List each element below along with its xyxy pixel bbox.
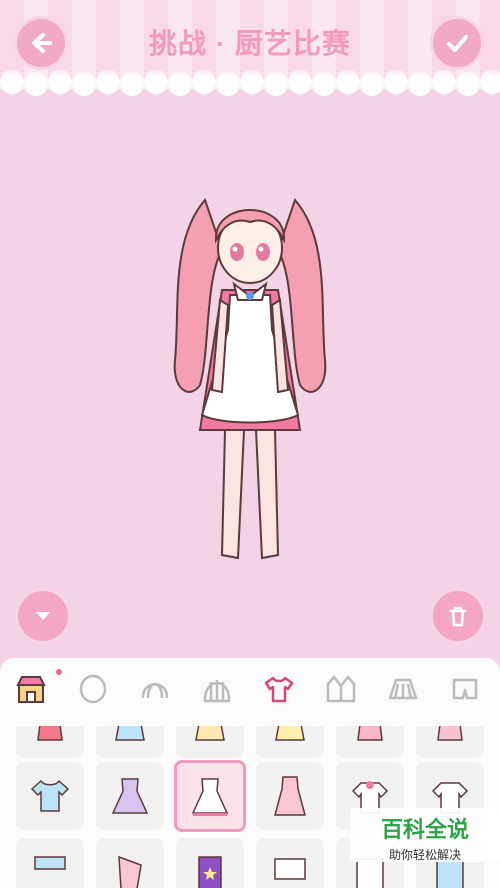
pants-icon	[452, 678, 478, 700]
page-title: 挑战 · 厨艺比赛	[149, 28, 351, 59]
collapse-button[interactable]	[15, 588, 71, 644]
tab-shop[interactable]	[0, 658, 62, 720]
confirm-button[interactable]	[430, 16, 484, 70]
header: 挑战 · 厨艺比赛	[0, 0, 500, 100]
apron-dress-icon	[191, 778, 229, 816]
shop-icon	[16, 676, 46, 703]
tab-head[interactable]	[62, 658, 124, 720]
trash-icon	[449, 606, 467, 627]
tab-jackets[interactable]	[310, 658, 372, 720]
tab-pants[interactable]	[434, 658, 496, 720]
tab-hair-back[interactable]	[186, 658, 248, 720]
dress-icon	[274, 776, 306, 816]
clothing-item[interactable]	[416, 726, 484, 758]
clothing-item[interactable]	[16, 762, 84, 830]
tab-tops[interactable]	[248, 658, 310, 720]
clothing-item-selected[interactable]	[174, 760, 246, 832]
clothing-item[interactable]	[256, 726, 324, 758]
clothing-item[interactable]	[16, 838, 84, 888]
watermark-title: 百科全说	[380, 817, 469, 842]
head-icon	[79, 674, 107, 704]
clothing-item[interactable]	[256, 838, 324, 888]
top-icon	[118, 855, 142, 888]
tab-hair-front[interactable]	[124, 658, 186, 720]
watermark: 百科全说 助你轻松解决	[350, 808, 500, 862]
clothing-item[interactable]	[176, 726, 244, 758]
dress-icon	[195, 726, 225, 741]
top-icon	[34, 856, 66, 870]
watermark-subtitle: 助你轻松解决	[388, 848, 461, 862]
clothing-item[interactable]	[176, 838, 244, 888]
checkmark-icon	[447, 35, 468, 52]
clothing-item[interactable]	[96, 762, 164, 830]
skirt-icon	[388, 678, 418, 700]
top-icon	[274, 858, 306, 880]
trash-button[interactable]	[430, 588, 486, 644]
dress-icon	[115, 726, 145, 741]
dress-icon	[437, 726, 463, 741]
shirt-icon	[264, 676, 294, 703]
dress-icon	[357, 726, 383, 741]
clothing-item[interactable]	[336, 726, 404, 758]
clothing-item[interactable]	[96, 726, 164, 758]
hair-front-icon	[141, 682, 169, 699]
jacket-icon	[326, 675, 356, 703]
character-figure	[173, 198, 327, 560]
top-icon	[198, 856, 222, 888]
tab-skirts[interactable]	[372, 658, 434, 720]
chevron-down-icon	[36, 612, 50, 620]
top-icon	[30, 779, 70, 812]
category-tabs	[0, 658, 500, 720]
dress-icon	[111, 778, 149, 814]
clothing-item[interactable]	[256, 762, 324, 830]
hair-back-icon	[203, 680, 231, 703]
notification-dot	[56, 669, 62, 675]
dress-icon	[275, 726, 305, 741]
clothing-item[interactable]	[16, 726, 84, 758]
character-stage	[0, 100, 500, 660]
dress-icon	[37, 726, 63, 741]
clothing-grid	[8, 726, 500, 888]
clothing-item[interactable]	[96, 838, 164, 888]
